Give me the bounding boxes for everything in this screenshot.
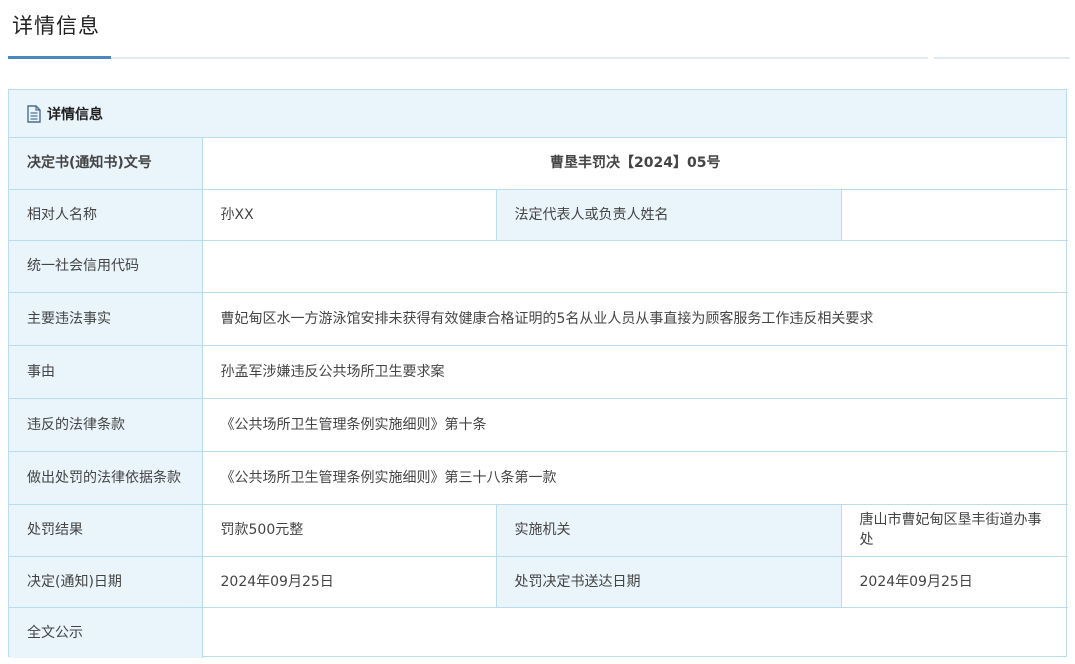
full-text-value [201,606,1068,658]
penalty-basis-label: 做出处罚的法律依据条款 [9,450,203,505]
table-row: 决定(通知)日期 2024年09月25日 处罚决定书送达日期 2024年09月2… [9,555,1068,608]
header-active-indicator [8,56,111,59]
party-name-label: 相对人名称 [9,188,203,241]
panel-title: 详情信息 [47,106,103,123]
header-divider [8,57,1070,59]
table-row: 违反的法律条款 《公共场所卫生管理条例实施细则》第十条 [9,397,1068,452]
page-title: 详情信息 [12,14,100,38]
table-row: 事由 孙孟军涉嫌违反公共场所卫生要求案 [9,344,1068,399]
penalty-result-value: 罚款500元整 [201,503,497,557]
table-row: 相对人名称 孙XX 法定代表人或负责人姓名 [9,188,1068,241]
full-text-label: 全文公示 [9,606,203,658]
violation-facts-value: 曹妃甸区水一方游泳馆安排未获得有效健康合格证明的5名从业人员从事直接为顾客服务工… [201,291,1068,346]
doc-number-label: 决定书(通知书)文号 [9,138,203,190]
violated-clause-value: 《公共场所卫生管理条例实施细则》第十条 [201,397,1068,452]
legal-rep-value [840,188,1068,241]
legal-rep-label: 法定代表人或负责人姓名 [495,188,842,241]
page-header: 详情信息 [0,0,1075,60]
enforcing-agency-label: 实施机关 [495,503,842,557]
credit-code-label: 统一社会信用代码 [9,239,203,293]
party-name-value: 孙XX [201,188,497,241]
table-row: 决定书(通知书)文号 曹垦丰罚决【2024】05号 [9,138,1068,190]
table-row: 做出处罚的法律依据条款 《公共场所卫生管理条例实施细则》第三十八条第一款 [9,450,1068,505]
detail-panel: 详情信息 决定书(通知书)文号 曹垦丰罚决【2024】05号 相对人名称 孙XX… [8,89,1068,658]
delivery-date-value: 2024年09月25日 [840,555,1068,608]
credit-code-value [201,239,1068,293]
violation-facts-label: 主要违法事实 [9,291,203,346]
cause-value: 孙孟军涉嫌违反公共场所卫生要求案 [201,344,1068,399]
cause-label: 事由 [9,344,203,399]
table-row: 主要违法事实 曹妃甸区水一方游泳馆安排未获得有效健康合格证明的5名从业人员从事直… [9,291,1068,346]
delivery-date-label: 处罚决定书送达日期 [495,555,842,608]
penalty-result-label: 处罚结果 [9,503,203,557]
penalty-basis-value: 《公共场所卫生管理条例实施细则》第三十八条第一款 [201,450,1068,505]
document-icon [26,104,42,123]
doc-number-value: 曹垦丰罚决【2024】05号 [201,138,1068,190]
enforcing-agency-value: 唐山市曹妃甸区垦丰街道办事处 [840,503,1068,557]
decision-date-value: 2024年09月25日 [201,555,497,608]
violated-clause-label: 违反的法律条款 [9,397,203,452]
detail-table: 决定书(通知书)文号 曹垦丰罚决【2024】05号 相对人名称 孙XX 法定代表… [9,138,1068,658]
panel-header: 详情信息 [9,90,1066,138]
table-row: 处罚结果 罚款500元整 实施机关 唐山市曹妃甸区垦丰街道办事处 [9,503,1068,557]
decision-date-label: 决定(通知)日期 [9,555,203,608]
table-row: 统一社会信用代码 [9,239,1068,293]
table-row: 全文公示 [9,606,1068,658]
